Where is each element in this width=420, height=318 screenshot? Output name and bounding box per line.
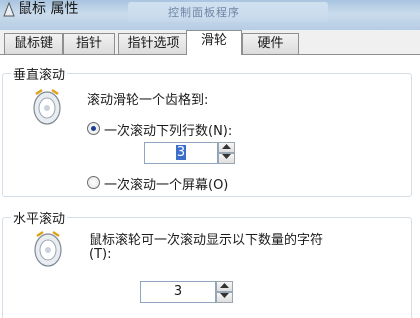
lines-spinner: 3 xyxy=(144,142,236,164)
mouse-wheel-icon xyxy=(33,88,61,125)
title-bar[interactable]: 鼠标 属性 控制面板程序 xyxy=(0,0,420,30)
horizontal-scroll-group: 水平滚动 鼠标滚轮可一次滚动显示以下数量的字符 (T): 3 xyxy=(2,208,412,318)
mouse-properties-dialog: 鼠标键 指针 指针选项 滑轮 硬件 垂直滚动 滚动滑轮一个齿格到: 一次滚动下列… xyxy=(0,30,420,318)
vertical-scroll-description: 滚动滑轮一个齿格到: xyxy=(87,93,209,108)
background-caption: 控制面板程序 xyxy=(168,6,240,19)
window-title: 鼠标 属性 xyxy=(18,1,79,17)
screen-radio[interactable] xyxy=(87,176,100,189)
chars-down-button[interactable] xyxy=(216,292,233,303)
vertical-scroll-group: 垂直滚动 滚动滑轮一个齿格到: 一次滚动下列行数(N): 3 一次滚动一个屏幕(… xyxy=(2,64,412,197)
chars-up-button[interactable] xyxy=(216,281,233,292)
arrow-down-icon xyxy=(222,154,231,159)
lines-radio[interactable] xyxy=(87,122,100,135)
tab-strip: 鼠标键 指针 指针选项 滑轮 硬件 xyxy=(0,30,420,55)
screen-radio-label[interactable]: 一次滚动一个屏幕(O) xyxy=(104,174,228,193)
tab-hardware[interactable]: 硬件 xyxy=(242,33,299,54)
horizontal-scroll-title: 水平滚动 xyxy=(11,208,68,227)
tab-buttons[interactable]: 鼠标键 xyxy=(4,33,63,54)
lines-field[interactable]: 3 xyxy=(144,142,218,164)
lines-radio-label[interactable]: 一次滚动下列行数(N): xyxy=(104,120,232,139)
arrow-up-icon xyxy=(222,144,231,149)
tab-pointer-options[interactable]: 指针选项 xyxy=(118,33,189,54)
tab-wheel[interactable]: 滑轮 xyxy=(186,30,242,55)
chars-spinner: 3 xyxy=(140,281,234,303)
chars-field[interactable]: 3 xyxy=(140,281,216,303)
mouse-wheel-icon xyxy=(34,230,62,267)
wheel-tab-panel: 垂直滚动 滚动滑轮一个齿格到: 一次滚动下列行数(N): 3 一次滚动一个屏幕(… xyxy=(0,54,420,318)
lines-value: 3 xyxy=(175,145,187,160)
vertical-scroll-title: 垂直滚动 xyxy=(11,64,68,83)
mouse-icon xyxy=(3,2,15,17)
arrow-up-icon xyxy=(220,283,229,288)
horizontal-scroll-description: 鼠标滚轮可一次滚动显示以下数量的字符 xyxy=(89,233,324,248)
lines-down-button[interactable] xyxy=(218,153,235,164)
tab-pointers[interactable]: 指针 xyxy=(63,33,115,54)
lines-up-button[interactable] xyxy=(218,142,235,153)
horizontal-scroll-description-2: (T): xyxy=(89,247,112,262)
chars-value: 3 xyxy=(173,284,183,299)
arrow-down-icon xyxy=(220,293,229,298)
